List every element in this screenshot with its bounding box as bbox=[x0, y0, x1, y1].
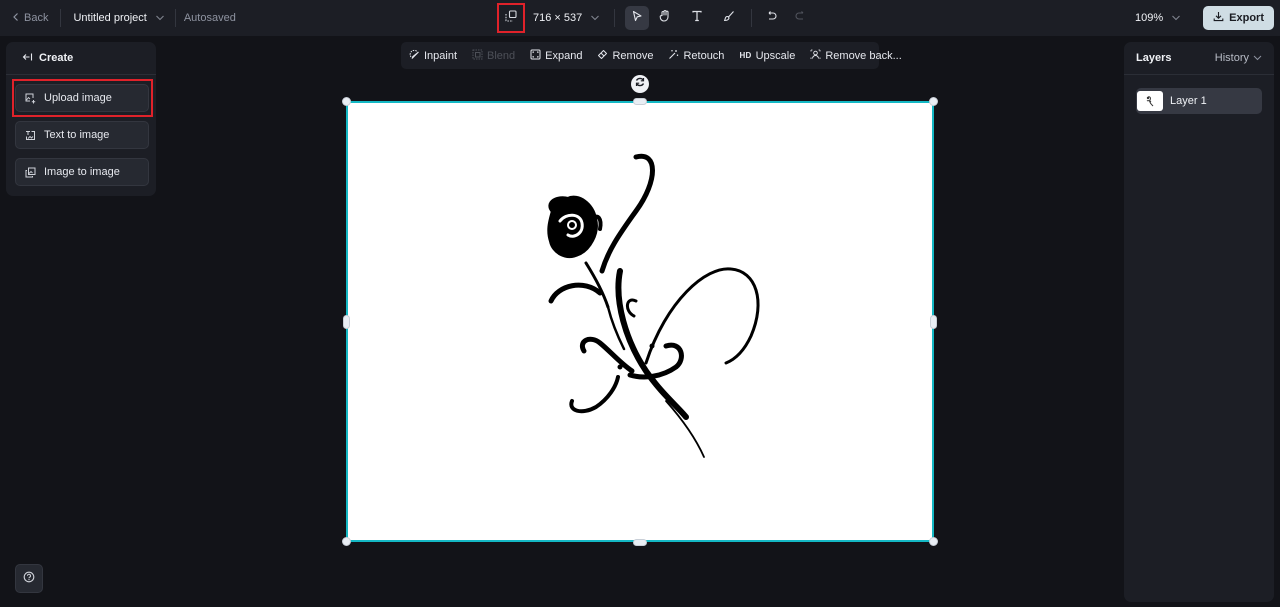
redo-button[interactable] bbox=[788, 6, 812, 30]
text-to-image-button[interactable]: Text to image bbox=[15, 121, 149, 149]
chevron-down-icon bbox=[590, 13, 600, 23]
chevron-left-icon bbox=[12, 12, 20, 25]
brush-icon bbox=[723, 9, 735, 27]
remove-background-icon bbox=[810, 49, 821, 63]
download-icon bbox=[1213, 11, 1224, 25]
resize-handle-top-left[interactable] bbox=[342, 97, 351, 106]
remove-background-button[interactable]: Remove back... bbox=[810, 49, 902, 63]
hand-icon bbox=[659, 9, 671, 27]
blend-label: Blend bbox=[487, 49, 516, 62]
chevron-down-icon bbox=[1171, 13, 1181, 23]
text-icon bbox=[691, 9, 703, 27]
blend-button[interactable]: Blend bbox=[472, 49, 515, 63]
back-label: Back bbox=[24, 12, 49, 24]
image-to-image-label: Image to image bbox=[44, 166, 120, 178]
text-to-image-icon bbox=[25, 130, 36, 141]
undo-button[interactable] bbox=[760, 6, 784, 30]
top-bar: Back Untitled project Autosaved 716 × 53… bbox=[0, 0, 1280, 36]
layer-item[interactable]: Layer 1 bbox=[1136, 88, 1262, 114]
autosave-status: Autosaved bbox=[183, 12, 236, 24]
rotate-icon bbox=[634, 75, 646, 93]
retouch-button[interactable]: Retouch bbox=[668, 49, 724, 63]
remove-button[interactable]: Remove bbox=[597, 49, 653, 63]
expand-icon bbox=[530, 49, 541, 63]
resize-handle-bottom[interactable] bbox=[633, 539, 647, 546]
layer-thumbnail bbox=[1137, 91, 1163, 111]
inpaint-label: Inpaint bbox=[424, 49, 458, 62]
create-panel-title: Create bbox=[39, 52, 74, 64]
expand-label: Expand bbox=[545, 49, 583, 62]
export-label: Export bbox=[1229, 12, 1264, 24]
remove-label: Remove bbox=[612, 49, 654, 62]
redo-icon bbox=[794, 9, 806, 27]
zoom-dropdown[interactable]: 109% bbox=[1135, 12, 1181, 24]
dims-separator: × bbox=[554, 12, 561, 24]
collapse-left-icon bbox=[22, 52, 33, 65]
brush-tool[interactable] bbox=[717, 6, 741, 30]
help-icon bbox=[23, 570, 35, 588]
zoom-level: 109% bbox=[1135, 12, 1164, 24]
chevron-down-icon bbox=[1253, 52, 1262, 64]
eraser-icon bbox=[597, 49, 608, 63]
history-dropdown[interactable]: History bbox=[1215, 52, 1262, 64]
text-to-image-label: Text to image bbox=[44, 129, 110, 141]
help-button[interactable] bbox=[15, 564, 43, 593]
cursor-icon bbox=[631, 9, 643, 27]
select-tool[interactable] bbox=[625, 6, 650, 30]
undo-icon bbox=[766, 9, 778, 27]
upscale-button[interactable]: HD Upscale bbox=[739, 50, 795, 62]
expand-button[interactable]: Expand bbox=[530, 49, 582, 63]
image-to-image-icon bbox=[25, 167, 36, 178]
edit-toolbar: Inpaint Blend Expand Remove Retouch HD U… bbox=[401, 42, 902, 69]
resize-handle-bottom-right[interactable] bbox=[929, 537, 938, 546]
blend-icon bbox=[472, 49, 483, 63]
hd-icon: HD bbox=[739, 51, 752, 60]
create-panel-header[interactable]: Create bbox=[6, 42, 156, 75]
remove-background-label: Remove back... bbox=[825, 49, 902, 62]
retouch-label: Retouch bbox=[683, 49, 725, 62]
history-label: History bbox=[1214, 52, 1249, 64]
canvas-image-layer[interactable] bbox=[346, 101, 934, 542]
resize-handle-right[interactable] bbox=[930, 315, 937, 329]
hand-tool[interactable] bbox=[653, 6, 677, 30]
resize-canvas-button[interactable] bbox=[497, 3, 525, 33]
rotate-handle[interactable] bbox=[631, 75, 649, 93]
divider bbox=[174, 9, 176, 27]
resize-icon bbox=[505, 9, 517, 27]
resize-handle-bottom-left[interactable] bbox=[342, 537, 351, 546]
back-button[interactable]: Back bbox=[12, 12, 48, 25]
resize-handle-left[interactable] bbox=[343, 315, 350, 329]
divider bbox=[60, 9, 62, 27]
layer-name: Layer 1 bbox=[1170, 95, 1207, 107]
rose-artwork bbox=[547, 153, 760, 458]
chevron-down-icon bbox=[155, 13, 165, 23]
layers-tab[interactable]: Layers bbox=[1136, 52, 1171, 64]
upload-image-button[interactable]: Upload image bbox=[15, 84, 149, 112]
upload-image-icon bbox=[25, 93, 36, 104]
project-title-dropdown[interactable]: Untitled project bbox=[73, 12, 164, 24]
upload-image-label: Upload image bbox=[44, 92, 112, 104]
resize-handle-top[interactable] bbox=[633, 98, 647, 105]
canvas-height: 537 bbox=[563, 12, 583, 24]
layers-panel: Layers History Layer 1 bbox=[1124, 42, 1274, 602]
upscale-label: Upscale bbox=[755, 49, 796, 62]
resize-handle-top-right[interactable] bbox=[929, 97, 938, 106]
divider bbox=[614, 9, 616, 27]
create-panel: Create Upload image Text to image Image … bbox=[6, 42, 156, 196]
export-button[interactable]: Export bbox=[1203, 6, 1274, 30]
canvas-size-dropdown[interactable]: 716 × 537 bbox=[533, 12, 600, 24]
inpaint-icon bbox=[409, 49, 420, 63]
inpaint-button[interactable]: Inpaint bbox=[409, 49, 457, 63]
canvas-width: 716 bbox=[533, 12, 552, 24]
text-tool[interactable] bbox=[685, 6, 709, 30]
image-to-image-button[interactable]: Image to image bbox=[15, 158, 149, 186]
magic-wand-icon bbox=[668, 49, 679, 63]
divider bbox=[751, 9, 753, 27]
project-title: Untitled project bbox=[73, 12, 147, 24]
